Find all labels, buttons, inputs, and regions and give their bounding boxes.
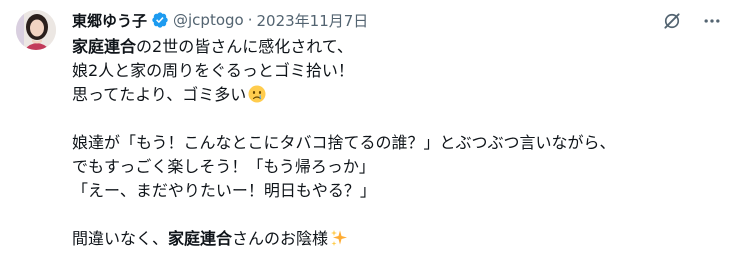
tweet-text-segment: 思ってたより、ゴミ多い: [72, 85, 247, 104]
tweet-text-segment: 間違いなく、: [72, 229, 169, 248]
tweet-text-segment: の2世の皆さんに感化されて、: [136, 37, 353, 56]
separator-dot: ·: [247, 11, 253, 29]
author-handle[interactable]: @jcptogo: [173, 11, 244, 29]
tweet-line-6: 「えー、まだやりたいー！明日もやる？」: [72, 181, 376, 200]
author-name[interactable]: 東郷ゆう子: [72, 10, 147, 31]
crying-face-emoji: [248, 85, 266, 103]
tweet-line-7: 間違いなく、家庭連合さんのお陰様: [72, 227, 722, 251]
sparkles-emoji: [331, 230, 348, 246]
more-icon: [704, 19, 720, 23]
tweet-date[interactable]: 2023年11月7日: [257, 10, 369, 31]
hashtag-bold: 家庭連合: [72, 37, 137, 56]
tweet-text-segment: さんのお陰様: [232, 229, 329, 248]
tweet-actions: [645, 8, 725, 34]
tweet-header: 東郷ゆう子 @jcptogo · 2023年11月7日: [72, 9, 368, 31]
tweet-text: 家庭連合の2世の皆さんに感化されて、 娘2人と家の周りをぐるっとゴミ拾い！ 思っ…: [72, 35, 722, 251]
hashtag-bold: 家庭連合: [168, 229, 233, 248]
avatar[interactable]: [16, 10, 56, 50]
grok-button[interactable]: [659, 8, 685, 34]
tweet-line-2: 娘2人と家の周りをぐるっとゴミ拾い！: [72, 61, 354, 80]
tweet-line-5: でもすっごく楽しそう！「もう帰ろっか」: [72, 157, 375, 176]
grok-icon: [664, 13, 680, 29]
tweet-line-3: 思ってたより、ゴミ多い: [72, 83, 722, 107]
tweet-line-4: 娘達が「もう！こんなとこにタバコ捨てるの誰？」とぶつぶつ言いながら、: [72, 133, 616, 152]
tweet-line-1: 家庭連合の2世の皆さんに感化されて、: [72, 35, 722, 59]
more-button[interactable]: [699, 8, 725, 34]
verified-badge-icon: [152, 12, 168, 28]
